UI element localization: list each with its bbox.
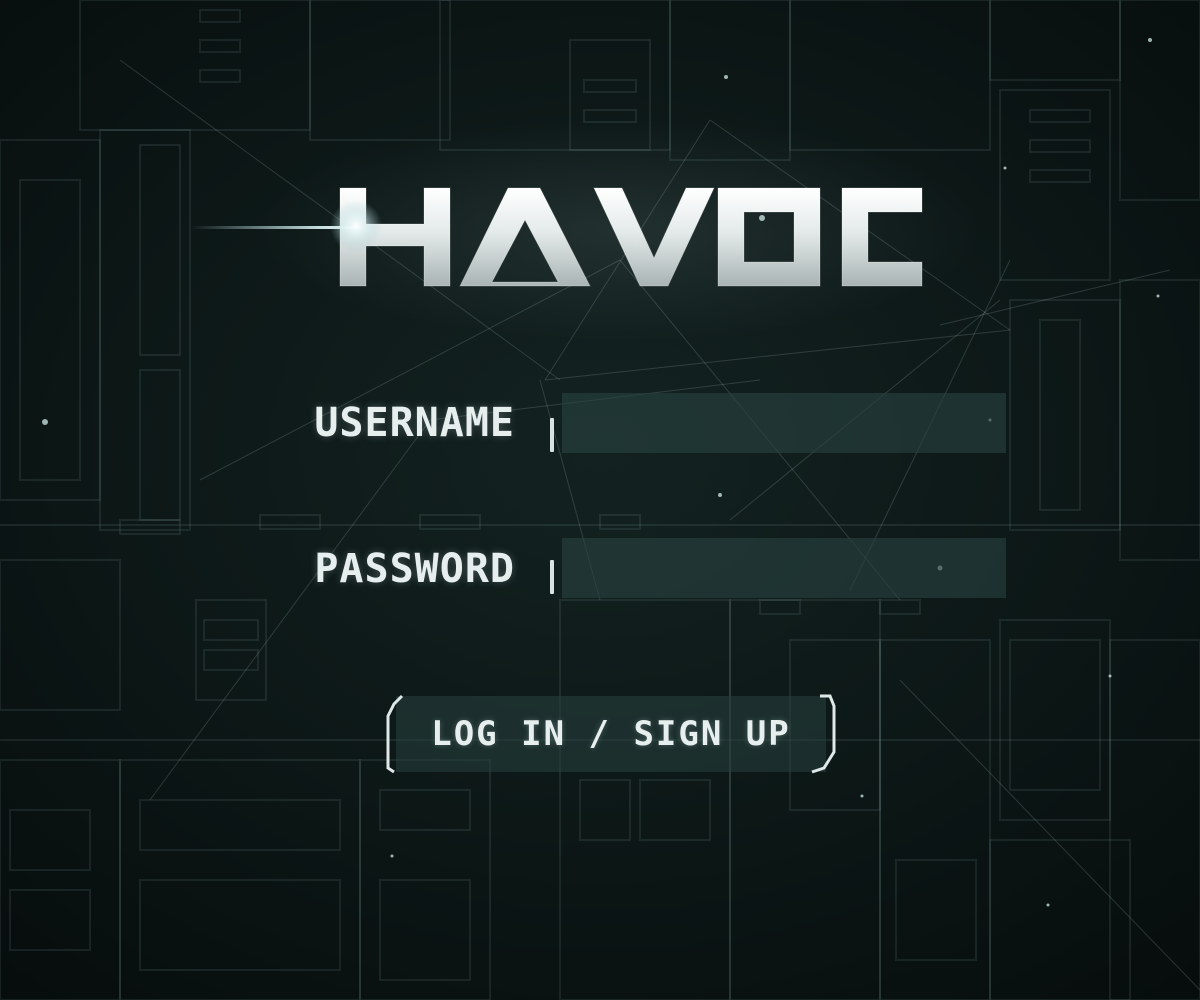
- password-label: PASSWORD: [314, 546, 515, 592]
- login-screen: USERNAME PASSWORD LOG IN / SIGN UP: [0, 0, 1200, 1000]
- login-signup-label: LOG IN / SIGN UP: [431, 714, 791, 754]
- text-caret-icon: [550, 560, 554, 594]
- username-label: USERNAME: [314, 400, 515, 446]
- text-caret-icon: [550, 418, 554, 452]
- password-input[interactable]: [562, 538, 1006, 598]
- logo-flare: [190, 200, 382, 252]
- havoc-logo: [170, 150, 950, 310]
- username-input[interactable]: [562, 393, 1006, 453]
- login-signup-button[interactable]: LOG IN / SIGN UP: [384, 692, 838, 776]
